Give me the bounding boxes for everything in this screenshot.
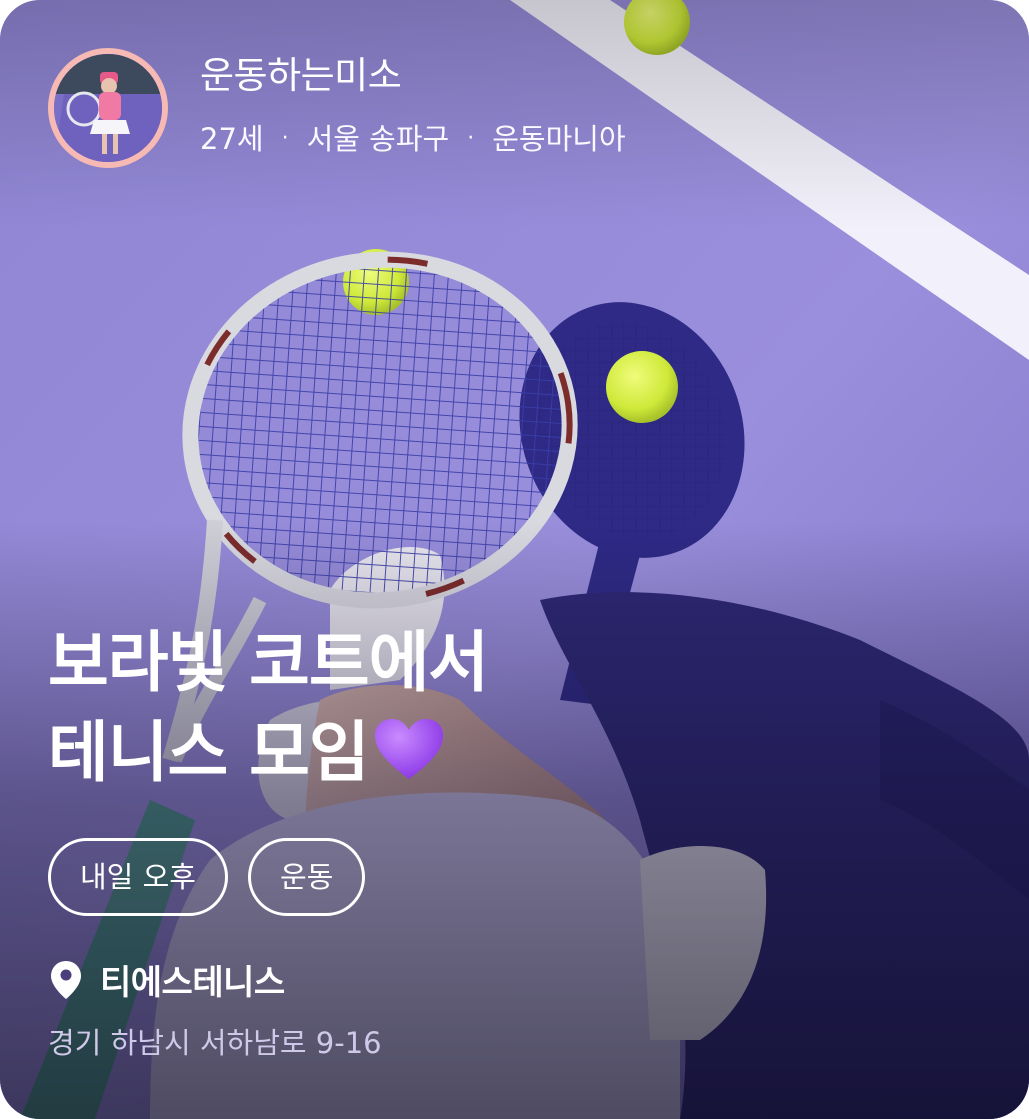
meeting-card[interactable]: 운동하는미소 27세 · 서울 송파구 · 운동마니아 보라빛 코트에서 테니스… [0,0,1029,1119]
host-category: 운동마니아 [492,122,626,156]
meta-separator: · [467,126,475,151]
host-profile[interactable]: 운동하는미소 27세 · 서울 송파구 · 운동마니아 [48,48,626,168]
host-age: 27세 [200,122,264,156]
host-nickname: 운동하는미소 [200,54,402,97]
location-pin-icon [51,960,81,999]
meeting-title-line1: 보라빛 코트에서 [48,624,489,701]
tag-category[interactable]: 운동 [247,838,366,916]
purple-heart-icon [374,719,443,779]
location-address: 경기 하남시 서하남로 9-16 [48,1026,382,1060]
tag-time[interactable]: 내일 오후 [48,838,228,916]
meeting-title: 보라빛 코트에서 테니스 모임 [48,618,489,798]
meta-separator: · [281,126,289,151]
host-meta: 27세 · 서울 송파구 · 운동마니아 [200,122,626,156]
host-region: 서울 송파구 [306,122,450,156]
meeting-title-line2-wrap: 테니스 모임 [48,708,488,798]
meeting-tags: 내일 오후 운동 [48,838,385,916]
meeting-title-line2: 테니스 모임 [48,714,370,791]
location-row[interactable]: 티에스테니스 [50,955,285,1004]
location-name: 티에스테니스 [100,963,285,1003]
host-avatar[interactable] [48,48,168,168]
